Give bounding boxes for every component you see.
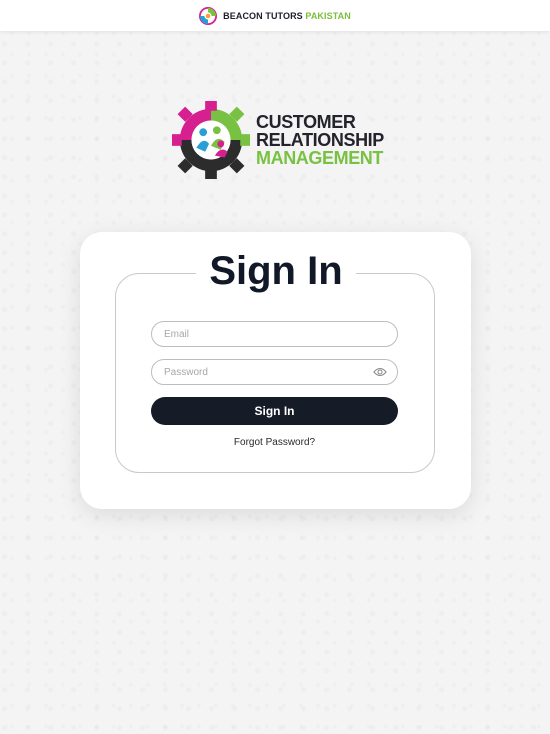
eye-icon[interactable] — [373, 366, 387, 378]
top-header: BEACON TUTORS PAKISTAN — [0, 0, 550, 31]
gear-people-logo-icon — [172, 101, 250, 179]
crm-line-customer: CUSTOMER — [256, 112, 356, 132]
crm-line-relationship: RELATIONSHIP — [256, 130, 384, 150]
page-title: Sign In — [196, 246, 356, 296]
password-input[interactable] — [164, 360, 364, 384]
sign-in-button[interactable]: Sign In — [151, 397, 398, 425]
email-input[interactable] — [164, 322, 364, 346]
beacon-tutors-logo-icon — [199, 6, 218, 25]
brand-main: BEACON TUTORS — [223, 10, 303, 21]
forgot-password-link[interactable]: Forgot Password? — [151, 437, 398, 448]
email-field[interactable] — [151, 321, 398, 347]
signin-card: Sign In Sign In Forgot Password? — [80, 232, 471, 509]
crm-title: CUSTOMER RELATIONSHIP MANAGEMENT — [256, 113, 384, 167]
brand-name: BEACON TUTORS PAKISTAN — [223, 11, 351, 21]
crm-logo: CUSTOMER RELATIONSHIP MANAGEMENT — [172, 100, 384, 180]
brand-accent: PAKISTAN — [305, 10, 351, 21]
password-field[interactable] — [151, 359, 398, 385]
crm-line-management: MANAGEMENT — [256, 148, 383, 168]
